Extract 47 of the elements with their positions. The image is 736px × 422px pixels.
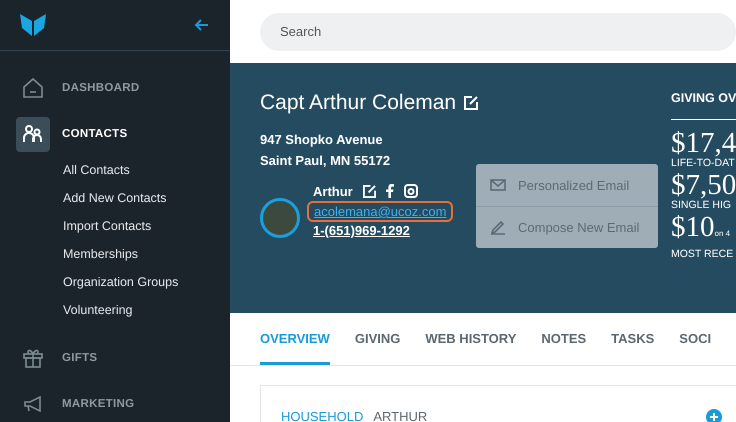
giving-amount: $17,4 [671, 129, 736, 157]
nav-subitem[interactable]: Organization Groups [63, 268, 230, 296]
phone-link[interactable]: 1-(651)969-1292 [313, 223, 410, 238]
megaphone-icon [22, 395, 44, 413]
giving-amount: $7,50 [671, 171, 736, 199]
household-title: HOUSEHOLD [281, 409, 364, 422]
address-line: 947 Shopko Avenue [260, 131, 384, 149]
giving-label: SINGLE HIG [671, 199, 732, 211]
tab[interactable]: OVERVIEW [260, 313, 330, 365]
logo-icon [20, 14, 46, 36]
tab[interactable]: WEB HISTORY [425, 313, 516, 365]
home-icon [22, 77, 44, 99]
household-name: ARTHUR [373, 409, 428, 422]
envelope-icon [490, 179, 506, 191]
avatar [260, 198, 300, 238]
facebook-icon[interactable] [386, 184, 394, 198]
nav-subitem[interactable]: All Contacts [63, 156, 230, 184]
giving-amount: $10 [671, 213, 714, 241]
nav-subitem[interactable]: Memberships [63, 240, 230, 268]
tab[interactable]: SOCI [679, 313, 712, 365]
nav-item[interactable]: MARKETING [62, 398, 134, 410]
tab[interactable]: TASKS [611, 313, 654, 365]
contact-name: Capt Arthur Coleman [260, 91, 456, 115]
address-line: Saint Paul, MN 55172 [260, 152, 392, 170]
gift-icon [22, 347, 44, 369]
instagram-icon[interactable] [404, 184, 418, 198]
people-icon [23, 124, 43, 144]
nav-subitem[interactable]: Import Contacts [63, 212, 230, 240]
edit-icon[interactable] [464, 96, 478, 110]
nav-subitem[interactable]: Volunteering [63, 296, 230, 324]
section-title: GIVING OV [671, 91, 736, 105]
giving-label: MOST RECE [671, 248, 734, 260]
nav-item[interactable]: GIFTS [62, 352, 98, 364]
giving-note: on 4 [714, 228, 730, 240]
search-field[interactable]: Search [260, 12, 736, 50]
edit-icon[interactable] [362, 184, 376, 198]
add-icon[interactable] [706, 409, 722, 422]
giving-label: LIFE-TO-DAT [671, 157, 736, 169]
back-arrow-icon[interactable] [194, 19, 208, 31]
email-link[interactable]: acolemana@ucoz.com [307, 201, 454, 222]
pencil-icon [490, 220, 506, 234]
first-name: Arthur [313, 184, 353, 198]
tab[interactable]: GIVING [354, 313, 400, 365]
tab[interactable]: NOTES [541, 313, 586, 365]
nav-subitem[interactable]: Add New Contacts [63, 184, 230, 212]
nav-item[interactable]: DASHBOARD [62, 82, 140, 94]
nav-item[interactable]: CONTACTS [62, 128, 128, 140]
